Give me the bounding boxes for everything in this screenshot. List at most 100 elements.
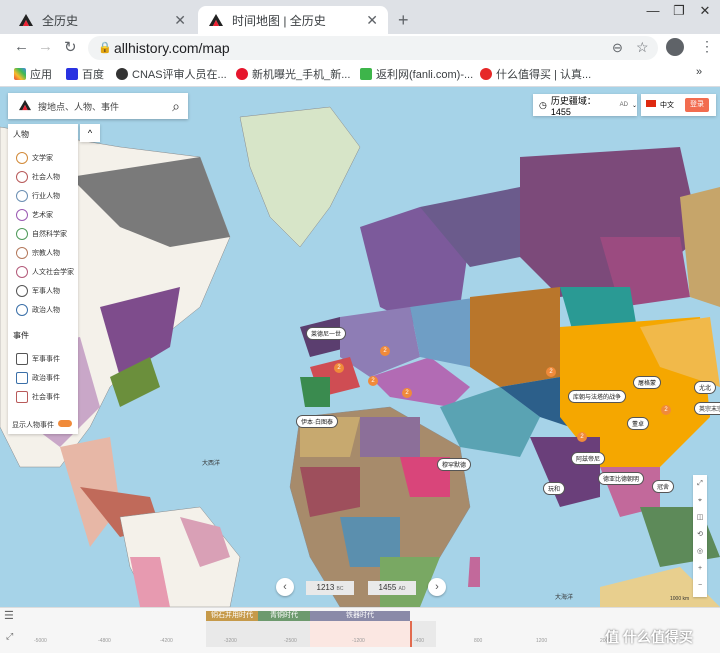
timeline-tick: -2500: [284, 638, 297, 644]
filter-event-political[interactable]: 政治事件: [16, 372, 60, 384]
forward-icon[interactable]: →: [38, 38, 53, 55]
time-control: ‹ 1213 BC 1455 AD ›: [272, 578, 450, 600]
territory: [530, 437, 600, 507]
era-chalcolithic[interactable]: 铜石并用时代: [206, 611, 258, 621]
profile-avatar[interactable]: [666, 38, 684, 56]
timeline-handle[interactable]: [410, 621, 412, 647]
filter-people-religious[interactable]: 宗教人物: [16, 247, 60, 259]
era-bronze[interactable]: 青铜时代: [258, 611, 310, 621]
filter-event-military[interactable]: 军事事件: [16, 353, 60, 365]
globe-icon: [116, 68, 128, 80]
event-cluster-marker[interactable]: 2: [402, 388, 412, 398]
ocean-label: 大海洋: [555, 595, 574, 601]
zoom-icon[interactable]: ⊖: [612, 40, 623, 56]
era-iron[interactable]: 铁器时代: [310, 611, 410, 621]
filter-people-military[interactable]: 军事人物: [16, 285, 60, 297]
chevron-down-icon: ⌄: [631, 102, 637, 109]
next-time-button[interactable]: ›: [428, 578, 446, 596]
search-input[interactable]: 搜地点、人物、事件: [38, 100, 119, 113]
filter-people-humanities[interactable]: 人文社会学家: [16, 266, 74, 278]
restore-button[interactable]: ❐: [666, 0, 692, 22]
map-canvas[interactable]: [0, 87, 720, 607]
year-from: 1213: [316, 583, 335, 592]
map-search-box[interactable]: 搜地点、人物、事件 ⌕: [8, 93, 188, 119]
layers-icon[interactable]: ◫: [693, 509, 707, 526]
timeline-tick: -4800: [98, 638, 111, 644]
map-pin[interactable]: 英宗末宗: [694, 402, 720, 415]
close-tab-icon[interactable]: ✕: [366, 12, 378, 29]
reload-icon[interactable]: ↻: [64, 38, 77, 56]
search-icon[interactable]: ⌕: [172, 98, 180, 115]
filter-people-artist[interactable]: 艺术家: [16, 209, 53, 221]
rotate-icon[interactable]: ⟲: [693, 526, 707, 543]
close-tab-icon[interactable]: ✕: [174, 12, 186, 29]
map-pin[interactable]: 玩和: [543, 482, 566, 495]
event-cluster-marker[interactable]: 2: [380, 346, 390, 356]
tab-allhistory[interactable]: 全历史 ✕: [8, 6, 196, 34]
map-pin[interactable]: 穆罕默德: [437, 458, 472, 471]
history-map[interactable]: 大西洋 大海洋 1000 km 莱德尼一世 伊本·白图泰 穆罕默德 库朝与法塔的…: [0, 87, 720, 607]
show-events-toggle[interactable]: [58, 420, 72, 427]
timeline-tick: 800: [474, 638, 483, 644]
close-window-button[interactable]: ✕: [692, 0, 718, 22]
bookmark-apps[interactable]: 应用: [14, 66, 52, 82]
era-label: 历史疆域：1455: [550, 95, 596, 117]
event-cluster-marker[interactable]: 2: [546, 367, 556, 377]
map-pin[interactable]: 库朝与法塔的战争: [568, 390, 627, 403]
map-pin[interactable]: 屠格蒙: [633, 376, 662, 389]
event-cluster-marker[interactable]: 2: [577, 432, 587, 442]
bookmark-baidu[interactable]: 百度: [66, 66, 104, 82]
locate-icon[interactable]: ◎: [693, 543, 707, 560]
filter-people-scientist[interactable]: 自然科学家: [16, 228, 67, 240]
writer-icon: [16, 152, 28, 164]
event-cluster-marker[interactable]: 2: [368, 376, 378, 386]
map-pin[interactable]: 伊本·白图泰: [296, 415, 338, 428]
map-pin[interactable]: 尤北: [694, 381, 717, 394]
zoom-in-button[interactable]: +: [693, 560, 707, 577]
event-cluster-marker[interactable]: 2: [661, 405, 671, 415]
star-icon[interactable]: ☆: [636, 39, 649, 56]
filter-people-writer[interactable]: 文学家: [16, 152, 53, 164]
allhistory-logo-icon: [19, 14, 33, 26]
scientist-icon: [16, 228, 28, 240]
menu-icon[interactable]: ⋮: [700, 38, 714, 55]
filter-people-industry[interactable]: 行业人物: [16, 190, 60, 202]
language-select[interactable]: 中文: [660, 100, 674, 110]
measure-icon[interactable]: ⌖: [693, 492, 707, 509]
event-cluster-marker[interactable]: 2: [334, 363, 344, 373]
map-pin[interactable]: 德亚比德朝明: [598, 472, 645, 485]
bookmark-smzdm[interactable]: 什么值得买 | 认真...: [480, 66, 591, 82]
artist-icon: [16, 209, 28, 221]
clock-icon: ◷: [539, 99, 547, 110]
bookmarks-more-icon[interactable]: »: [696, 66, 702, 78]
expand-icon[interactable]: ⤢: [6, 631, 13, 642]
bookmark-fanli[interactable]: 返利网(fanli.com)-...: [360, 66, 473, 82]
list-icon[interactable]: ☰: [4, 609, 14, 622]
filter-event-social[interactable]: 社会事件: [16, 391, 60, 403]
year-to-box[interactable]: 1455 AD: [368, 581, 416, 595]
political-event-icon: [16, 372, 28, 384]
bookmark-cnas[interactable]: CNAS评审人员在...: [116, 66, 227, 82]
tab-time-map[interactable]: 时间地图 | 全历史 ✕: [198, 6, 388, 34]
territory: [360, 417, 420, 457]
url-text[interactable]: allhistory.com/map: [114, 40, 230, 56]
new-tab-button[interactable]: +: [398, 10, 409, 31]
bookmark-weibo[interactable]: 新机曝光_手机_新...: [236, 66, 350, 82]
zoom-out-button[interactable]: −: [693, 577, 707, 594]
minimize-button[interactable]: —: [640, 0, 666, 22]
era-suffix: AD: [619, 102, 628, 108]
map-pin[interactable]: 阿兹帝尼: [571, 452, 606, 465]
login-button[interactable]: 登录: [685, 98, 709, 112]
map-pin[interactable]: 莱德尼一世: [306, 327, 347, 340]
map-pin[interactable]: 董卓: [627, 417, 650, 430]
collapse-panel-button[interactable]: ^: [80, 124, 100, 142]
back-icon[interactable]: ←: [14, 38, 29, 55]
fullscreen-icon[interactable]: ⤢: [693, 475, 707, 492]
prev-time-button[interactable]: ‹: [276, 578, 294, 596]
filter-people-political[interactable]: 政治人物: [16, 304, 60, 316]
tab-title: 全历史: [42, 13, 79, 28]
map-pin[interactable]: 冠舍: [652, 480, 675, 493]
filter-people-social[interactable]: 社会人物: [16, 171, 60, 183]
era-selector[interactable]: ◷ 历史疆域：1455 AD ⌄: [533, 94, 637, 117]
year-from-box[interactable]: 1213 BC: [306, 581, 354, 595]
